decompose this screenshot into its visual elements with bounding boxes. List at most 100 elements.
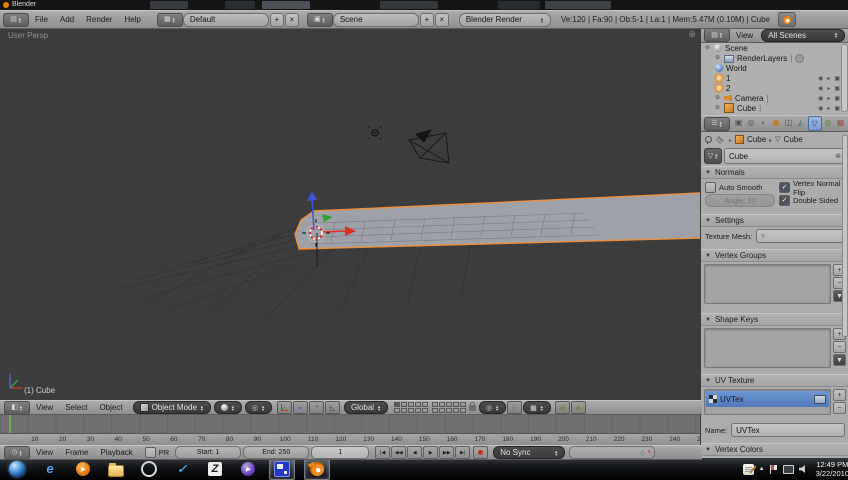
screen-layout-field[interactable]: Default xyxy=(182,12,269,27)
camera-object[interactable] xyxy=(408,129,450,164)
layer-toggle[interactable] xyxy=(408,408,415,413)
properties-tab-object-data[interactable]: ▽ xyxy=(807,116,822,131)
clock[interactable]: 12:49 PM 3/22/2010 xyxy=(816,460,848,478)
layer-toggle[interactable] xyxy=(432,402,439,407)
layer-toggle[interactable] xyxy=(415,408,422,413)
layer-toggle[interactable] xyxy=(401,408,408,413)
volume-icon[interactable] xyxy=(798,464,805,474)
properties-tab-render[interactable]: ▣ xyxy=(733,116,745,129)
screen-layout-browse-button[interactable]: ▦ xyxy=(156,12,183,27)
layer-toggle[interactable] xyxy=(446,408,453,413)
menu-frame[interactable]: Frame xyxy=(65,448,88,457)
selectability-icon[interactable]: ▸ xyxy=(827,85,830,92)
uv-texture-list[interactable]: UVTex xyxy=(704,389,831,415)
properties-tab-texture[interactable]: ▦ xyxy=(835,116,847,129)
layer-toggle[interactable] xyxy=(460,402,467,407)
shape-keys-list[interactable] xyxy=(704,328,831,368)
timeline-track[interactable]: 10 20 30 40 50 60 70 80 90 100 110 120 130 140 150 160 1… xyxy=(0,413,708,446)
manipulator-z-arrowhead[interactable] xyxy=(307,191,317,201)
selectability-icon[interactable]: ▸ xyxy=(827,105,830,112)
section-vertex-groups[interactable]: Vertex Groups xyxy=(701,249,848,262)
properties-tab-scene[interactable]: ◎ xyxy=(745,116,757,129)
outliner-display-select[interactable]: All Scenes xyxy=(761,28,845,42)
sync-select[interactable]: No Sync xyxy=(493,446,566,459)
renderability-icon[interactable]: ▣ xyxy=(834,95,840,102)
layer-toggle[interactable] xyxy=(432,408,439,413)
editor-type-button[interactable]: ▤ xyxy=(704,28,730,42)
render-engine-select[interactable]: Blender Render xyxy=(458,12,551,27)
notes-tray-icon[interactable] xyxy=(742,463,754,475)
network-icon[interactable] xyxy=(782,465,794,474)
folder-explorer[interactable] xyxy=(104,459,128,479)
menu-view[interactable]: View xyxy=(36,403,53,412)
next-keyframe-button[interactable] xyxy=(439,446,455,459)
layer-toggle[interactable] xyxy=(415,402,422,407)
mesh-name-field[interactable]: Cube xyxy=(724,148,846,164)
preview-range-checkbox[interactable] xyxy=(144,447,156,458)
visibility-icon[interactable]: ◉ xyxy=(818,75,823,82)
viewport-shading-select[interactable] xyxy=(213,401,242,414)
scene-browse-button[interactable]: ▣ xyxy=(306,12,333,27)
menu-render[interactable]: Render xyxy=(86,15,112,24)
snap-element-select[interactable]: ▦ xyxy=(523,401,551,414)
menu-object[interactable]: Object xyxy=(99,403,122,412)
remove-uv-texture-button[interactable]: − xyxy=(833,402,846,414)
layer-toggle[interactable] xyxy=(453,402,460,407)
translate-manipulator-button[interactable]: ▸ xyxy=(292,401,308,414)
section-uv-texture[interactable]: UV Texture xyxy=(701,374,848,387)
record-button[interactable] xyxy=(473,446,489,459)
editor-type-button[interactable]: ◷ xyxy=(4,445,30,460)
selectability-icon[interactable]: ▸ xyxy=(827,75,830,82)
prev-keyframe-button[interactable] xyxy=(391,446,407,459)
menu-view[interactable]: View xyxy=(736,31,753,40)
viewport-3d[interactable]: User Persp (1) Cube xyxy=(0,27,700,400)
renderability-icon[interactable]: ▣ xyxy=(834,75,840,82)
outliner-item-1[interactable]: 1 ◉ ▸ ▣ xyxy=(701,73,848,83)
opengl-render-button[interactable]: ▣ xyxy=(554,401,570,414)
outliner-item-world[interactable]: World xyxy=(701,63,848,73)
renderability-icon[interactable]: ▣ xyxy=(834,105,840,112)
hp-app[interactable] xyxy=(137,459,161,479)
outliner-item-2[interactable]: 2 ◉ ▸ ▣ xyxy=(701,83,848,93)
uv-texture-item[interactable]: UVTex xyxy=(706,391,829,407)
properties-tab-world[interactable]: ◐ xyxy=(758,116,770,129)
expander-icon[interactable]: ⊕ xyxy=(715,95,721,101)
uv-name-field[interactable]: UVTex xyxy=(731,423,845,437)
pin-icon[interactable] xyxy=(705,135,712,144)
menu-file[interactable]: File xyxy=(35,15,48,24)
delete-layout-button[interactable] xyxy=(284,12,299,27)
layer-toggle[interactable] xyxy=(408,402,415,407)
play-button[interactable] xyxy=(423,446,439,459)
selectability-icon[interactable]: ▸ xyxy=(827,95,830,102)
jump-to-start-button[interactable] xyxy=(375,446,391,459)
layer-toggle[interactable] xyxy=(439,408,446,413)
mesh-browse-button[interactable]: ▽ xyxy=(704,148,722,164)
keying-set-field[interactable]: ◇ × xyxy=(569,446,656,459)
renderability-icon[interactable]: ▣ xyxy=(834,85,840,92)
windows-media-player[interactable] xyxy=(71,459,95,479)
check-app[interactable] xyxy=(170,459,194,479)
expander-icon[interactable]: ⊕ xyxy=(715,55,721,61)
expander-icon[interactable]: ⊕ xyxy=(705,45,711,51)
editor-type-button[interactable]: ☰ xyxy=(704,116,730,131)
properties-tab-constraints[interactable]: ◫ xyxy=(783,116,795,129)
menu-help[interactable]: Help xyxy=(124,15,140,24)
opengl-render-anim-button[interactable]: ◆ xyxy=(570,401,586,414)
active-window-app[interactable] xyxy=(269,458,295,480)
layer-toggle[interactable] xyxy=(401,402,408,407)
editor-type-button[interactable]: ◧ xyxy=(4,400,30,415)
frame-start-field[interactable]: Start: 1 xyxy=(175,446,242,459)
vertex-normal-flip-checkbox[interactable] xyxy=(779,182,790,193)
breadcrumb-object[interactable]: Cube xyxy=(747,135,766,144)
zbrush[interactable] xyxy=(203,459,227,479)
auto-smooth-angle-slider[interactable]: Angle: 30 xyxy=(705,194,775,207)
render-toggle-icon[interactable] xyxy=(795,53,805,63)
visibility-icon[interactable]: ◉ xyxy=(818,95,823,102)
layer-toggle[interactable] xyxy=(439,402,446,407)
auto-smooth-checkbox[interactable] xyxy=(705,182,716,193)
snap-toggle-button[interactable]: ∪ xyxy=(507,401,523,414)
cube-mesh[interactable] xyxy=(294,192,700,250)
section-shape-keys[interactable]: Shape Keys xyxy=(701,313,848,326)
properties-tab-object[interactable]: ◼ xyxy=(770,116,782,129)
scale-manipulator-button[interactable]: ◺ xyxy=(324,401,340,414)
